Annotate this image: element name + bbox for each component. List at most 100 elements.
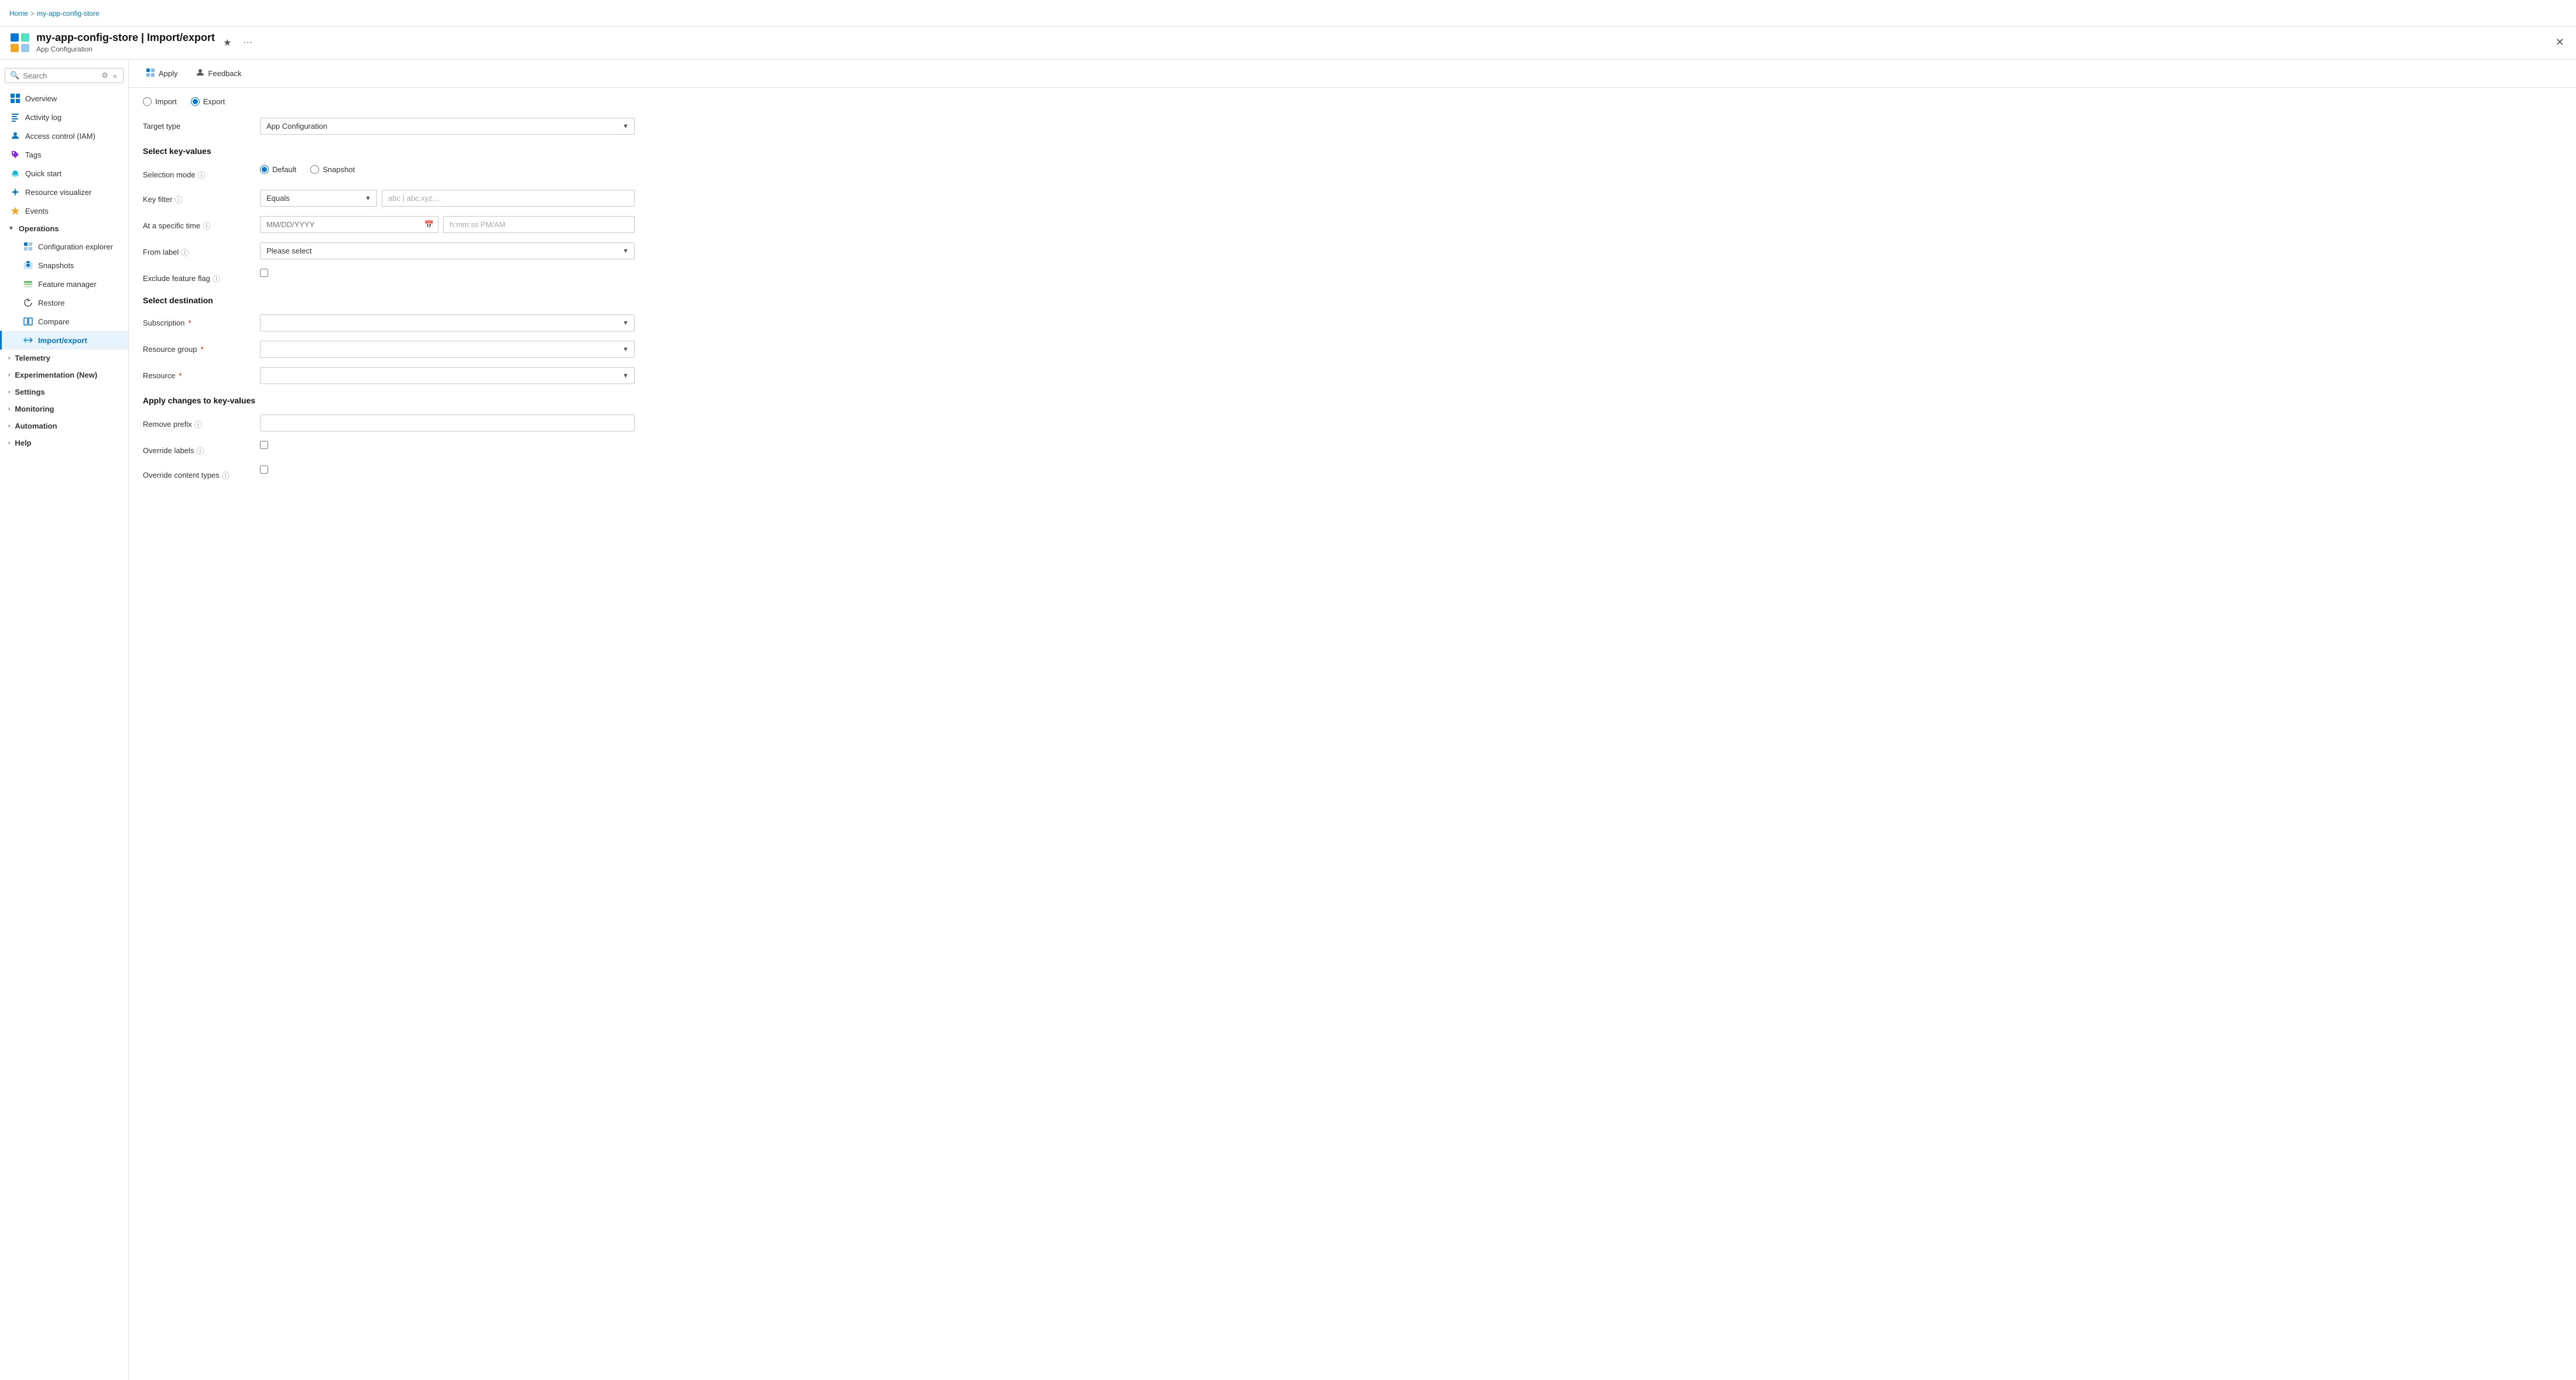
- operations-chevron-icon: ▼: [8, 225, 14, 232]
- resource-group-select-wrapper: ▼: [260, 341, 635, 358]
- remove-prefix-info-icon: ⓘ: [194, 419, 202, 430]
- override-labels-row: Override labels ⓘ: [143, 441, 2562, 456]
- more-options-button[interactable]: ···: [241, 35, 255, 50]
- specific-time-label: At a specific time ⓘ: [143, 216, 260, 231]
- sidebar-group-monitoring[interactable]: › Monitoring: [0, 400, 128, 417]
- sidebar-item-resource-visualizer[interactable]: Resource visualizer: [0, 183, 128, 201]
- import-radio[interactable]: [143, 97, 152, 106]
- resource-select-wrapper: ▼: [260, 367, 635, 384]
- config-explorer-icon: [23, 241, 33, 252]
- compare-icon: [23, 316, 33, 327]
- sidebar-group-automation-label: Automation: [15, 422, 57, 430]
- sidebar-item-iam-label: Access control (IAM): [25, 132, 95, 141]
- subscription-select-wrapper: ▼: [260, 314, 635, 331]
- snapshot-mode-radio[interactable]: [310, 165, 319, 174]
- sidebar-item-snapshots[interactable]: Snapshots: [0, 256, 128, 275]
- sidebar-item-feature-manager[interactable]: Feature manager: [0, 275, 128, 293]
- override-content-types-checkbox-wrapper[interactable]: [260, 465, 635, 474]
- resource-group-control: ▼: [260, 341, 635, 358]
- help-chevron-icon: ›: [8, 440, 10, 446]
- breadcrumb-current[interactable]: my-app-config-store: [37, 9, 100, 18]
- resource-group-select[interactable]: [260, 341, 635, 358]
- quick-start-icon: [10, 168, 20, 179]
- override-labels-checkbox[interactable]: [260, 441, 268, 449]
- subscription-row: Subscription * ▼: [143, 314, 2562, 331]
- from-label-select[interactable]: Please select: [260, 242, 635, 259]
- sidebar-group-experimentation-label: Experimentation (New): [15, 371, 97, 379]
- override-content-types-control: [260, 465, 635, 474]
- restore-icon: [23, 297, 33, 308]
- resource-select[interactable]: [260, 367, 635, 384]
- subscription-label: Subscription *: [143, 314, 260, 327]
- resource-label: Resource *: [143, 367, 260, 380]
- title-text: my-app-config-store | Import/export App …: [36, 32, 215, 53]
- feedback-button[interactable]: Feedback: [188, 64, 249, 83]
- time-input[interactable]: [443, 216, 635, 233]
- exclude-feature-flag-row: Exclude feature flag ⓘ: [143, 269, 2562, 284]
- apply-changes-title: Apply changes to key-values: [143, 396, 2562, 405]
- favorite-button[interactable]: ★: [221, 35, 234, 51]
- exclude-feature-flag-control: [260, 269, 635, 277]
- sidebar-group-help[interactable]: › Help: [0, 434, 128, 451]
- sidebar-group-automation[interactable]: › Automation: [0, 417, 128, 434]
- sidebar-item-activity-log[interactable]: Activity log: [0, 108, 128, 126]
- sidebar-group-operations[interactable]: ▼ Operations: [0, 220, 128, 237]
- sidebar-item-access-control[interactable]: Access control (IAM): [0, 126, 128, 145]
- subscription-control: ▼: [260, 314, 635, 331]
- search-actions: ⚙ «: [100, 71, 118, 80]
- exclude-feature-flag-checkbox-wrapper[interactable]: [260, 269, 635, 277]
- sidebar-group-help-label: Help: [15, 439, 31, 447]
- override-labels-control: [260, 441, 635, 449]
- sidebar-item-config-explorer-label: Configuration explorer: [38, 242, 113, 251]
- selection-mode-radio-group: Default Snapshot: [260, 165, 635, 174]
- default-radio-label[interactable]: Default: [260, 165, 296, 174]
- search-collapse-button[interactable]: «: [112, 71, 118, 80]
- sidebar-item-restore[interactable]: Restore: [0, 293, 128, 312]
- title-left: my-app-config-store | Import/export App …: [9, 32, 255, 53]
- sidebar-item-tags-label: Tags: [25, 150, 41, 159]
- sidebar-item-compare[interactable]: Compare: [0, 312, 128, 331]
- apply-button[interactable]: Apply: [138, 64, 186, 83]
- export-radio[interactable]: [191, 97, 200, 106]
- remove-prefix-label: Remove prefix ⓘ: [143, 415, 260, 430]
- sidebar-group-telemetry[interactable]: › Telemetry: [0, 350, 128, 367]
- close-button[interactable]: ✕: [2553, 34, 2567, 51]
- override-content-types-row: Override content types ⓘ: [143, 465, 2562, 481]
- sidebar-item-feature-manager-label: Feature manager: [38, 280, 97, 289]
- search-settings-button[interactable]: ⚙: [100, 71, 109, 80]
- snapshot-radio-label[interactable]: Snapshot: [310, 165, 355, 174]
- date-input-wrapper: 📅: [260, 216, 439, 233]
- remove-prefix-input[interactable]: [260, 415, 635, 432]
- override-labels-checkbox-wrapper[interactable]: [260, 441, 635, 449]
- date-input[interactable]: [260, 216, 439, 233]
- resource-group-label: Resource group *: [143, 341, 260, 354]
- from-label-label: From label ⓘ: [143, 242, 260, 258]
- key-filter-label: Key filter ⓘ: [143, 190, 260, 205]
- exclude-feature-flag-checkbox[interactable]: [260, 269, 268, 277]
- sidebar-group-experimentation[interactable]: › Experimentation (New): [0, 367, 128, 383]
- sidebar-item-quick-start[interactable]: Quick start: [0, 164, 128, 183]
- sidebar: 🔍 ⚙ « Overview Activity log Access contr…: [0, 60, 129, 1380]
- target-type-select[interactable]: App Configuration ARM Template Azure Key…: [260, 118, 635, 135]
- key-filter-select[interactable]: Equals Starts with Contains: [260, 190, 377, 207]
- sidebar-item-import-export[interactable]: Import/export: [0, 331, 128, 350]
- sidebar-item-overview[interactable]: Overview: [0, 89, 128, 108]
- breadcrumb-home[interactable]: Home: [9, 9, 28, 18]
- sidebar-group-settings[interactable]: › Settings: [0, 383, 128, 400]
- sidebar-item-events[interactable]: Events: [0, 201, 128, 220]
- key-filter-input[interactable]: [382, 190, 635, 207]
- overview-icon: [10, 93, 20, 104]
- sidebar-item-snapshots-label: Snapshots: [38, 261, 74, 270]
- sidebar-item-config-explorer[interactable]: Configuration explorer: [0, 237, 128, 256]
- sidebar-item-tags[interactable]: Tags: [0, 145, 128, 164]
- search-input[interactable]: [23, 71, 97, 80]
- sidebar-item-import-export-label: Import/export: [38, 336, 87, 345]
- telemetry-chevron-icon: ›: [8, 355, 10, 361]
- import-radio-label[interactable]: Import: [143, 97, 177, 106]
- resource-row: Resource * ▼: [143, 367, 2562, 384]
- subscription-select[interactable]: [260, 314, 635, 331]
- default-mode-radio[interactable]: [260, 165, 269, 174]
- export-radio-label[interactable]: Export: [191, 97, 225, 106]
- override-content-types-checkbox[interactable]: [260, 465, 268, 474]
- breadcrumb-separator: >: [30, 9, 35, 18]
